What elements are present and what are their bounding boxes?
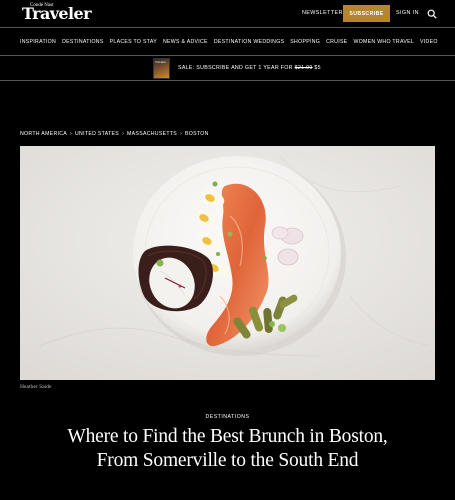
nav-item-cruise[interactable]: CRUISE bbox=[326, 38, 347, 46]
search-icon[interactable] bbox=[427, 9, 437, 19]
promo-offer: SALE: SUBSCRIBE AND GET 1 YEAR FOR bbox=[178, 65, 293, 71]
breadcrumb: NORTH AMERICA › UNITED STATES › MASSACHU… bbox=[20, 131, 209, 137]
subscribe-button[interactable]: SUBSCRIBE bbox=[343, 5, 390, 22]
magazine-cover: Traveler bbox=[153, 58, 170, 79]
site-logo[interactable]: Condé Nast Traveler bbox=[22, 3, 92, 23]
breadcrumb-united-states[interactable]: UNITED STATES bbox=[75, 131, 119, 137]
hero-image bbox=[20, 146, 435, 380]
nav-item-destinations[interactable]: DESTINATIONS bbox=[62, 38, 104, 46]
logo-wordmark: Traveler bbox=[22, 4, 92, 23]
sign-in-link[interactable]: SIGN IN bbox=[396, 10, 419, 16]
brunch-plate-photo bbox=[20, 146, 435, 380]
cover-title: Traveler bbox=[155, 60, 166, 64]
nav-item-video[interactable]: VIDEO bbox=[420, 38, 438, 46]
breadcrumb-boston[interactable]: BOSTON bbox=[185, 131, 209, 137]
promo-divider bbox=[0, 80, 455, 81]
nav-item-places-to-stay[interactable]: PLACES TO STAY bbox=[110, 38, 157, 46]
promo-new-price: $5 bbox=[314, 65, 321, 71]
header-divider bbox=[0, 27, 455, 28]
article-rubric[interactable]: DESTINATIONS bbox=[0, 414, 455, 420]
main-nav: INSPIRATION DESTINATIONS PLACES TO STAY … bbox=[20, 38, 450, 46]
promo-old-price: $21.99 bbox=[294, 65, 313, 71]
photo-credit: Heather Saide bbox=[20, 384, 52, 390]
breadcrumb-north-america[interactable]: NORTH AMERICA bbox=[20, 131, 67, 137]
nav-item-inspiration[interactable]: INSPIRATION bbox=[20, 38, 56, 46]
subscription-promo[interactable]: Traveler SALE: SUBSCRIBE AND GET 1 YEAR … bbox=[153, 58, 321, 79]
nav-item-news-advice[interactable]: NEWS & ADVICE bbox=[163, 38, 208, 46]
breadcrumb-massachusetts[interactable]: MASSACHUSETTS bbox=[127, 131, 177, 137]
nav-item-shopping[interactable]: SHOPPING bbox=[290, 38, 320, 46]
promo-text: SALE: SUBSCRIBE AND GET 1 YEAR FOR $21.9… bbox=[178, 65, 321, 71]
top-bar: Condé Nast Traveler NEWSLETTER SUBSCRIBE… bbox=[0, 0, 455, 27]
newsletter-link[interactable]: NEWSLETTER bbox=[302, 10, 343, 16]
nav-item-women-who-travel[interactable]: WOMEN WHO TRAVEL bbox=[354, 38, 415, 46]
nav-divider bbox=[0, 55, 455, 56]
chevron-right-icon: › bbox=[180, 131, 183, 137]
chevron-right-icon: › bbox=[70, 131, 73, 137]
chevron-right-icon: › bbox=[122, 131, 125, 137]
article-headline: Where to Find the Best Brunch in Boston,… bbox=[67, 426, 388, 471]
nav-item-destination-weddings[interactable]: DESTINATION WEDDINGS bbox=[214, 38, 284, 46]
